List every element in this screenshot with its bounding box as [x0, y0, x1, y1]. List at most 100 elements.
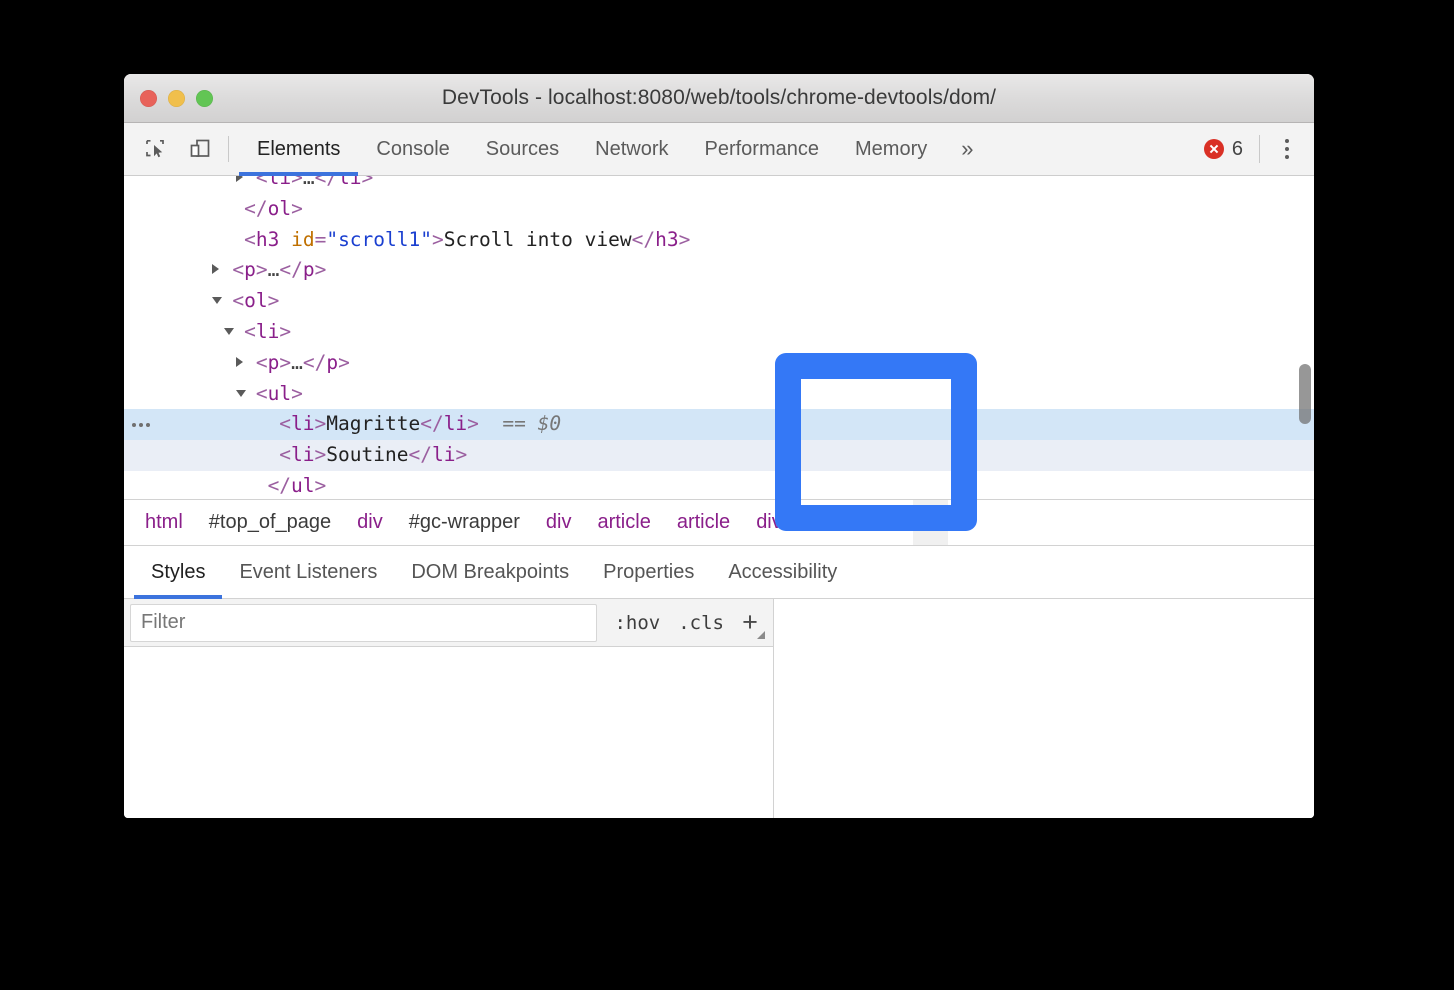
sidebar-tab-accessibility[interactable]: Accessibility — [711, 546, 854, 598]
dom-token: > — [315, 258, 327, 281]
breadcrumb-item-div[interactable]: div — [344, 500, 396, 545]
dom-token: < — [244, 320, 256, 343]
tab-elements[interactable]: Elements — [239, 123, 358, 176]
dom-tree-scrollbar[interactable] — [1299, 364, 1311, 424]
dom-token: li — [432, 443, 455, 466]
breadcrumb-item-ol[interactable]: ol — [795, 500, 837, 545]
cls-toggle-button[interactable]: .cls — [669, 612, 733, 634]
dom-tree-row[interactable]: </ul> — [124, 471, 1314, 499]
tab-sources-label: Sources — [486, 138, 559, 161]
dom-tree-row[interactable]: <ol> — [124, 286, 1314, 317]
dom-tree-row[interactable]: <li>…</li> — [124, 176, 1314, 194]
styles-pane: Filter :hov .cls + — [124, 599, 1314, 818]
dom-token: < — [232, 289, 244, 312]
dom-tree: <li>…</li></ol><h3 id="scroll1">Scroll i… — [124, 176, 1314, 499]
dom-token: … — [268, 258, 280, 281]
window-title: DevTools - localhost:8080/web/tools/chro… — [124, 86, 1314, 110]
zoom-window-button[interactable] — [196, 90, 213, 107]
dom-tree-row[interactable]: </ol> — [124, 194, 1314, 225]
dom-token: </ — [315, 176, 338, 189]
breadcrumb-item-li[interactable]: li — [913, 500, 948, 545]
expand-toggle-icon[interactable] — [212, 255, 232, 286]
dom-token: > — [315, 474, 327, 497]
inspect-element-icon[interactable] — [134, 127, 178, 171]
dom-token: > — [291, 197, 303, 220]
expand-toggle-icon[interactable] — [236, 176, 256, 194]
styles-left-column: Filter :hov .cls + — [124, 599, 774, 818]
hov-toggle-button[interactable]: :hov — [605, 612, 669, 634]
sidebar-tabs: StylesEvent ListenersDOM BreakpointsProp… — [124, 546, 1314, 599]
sidebar-tab-event-listeners[interactable]: Event Listeners — [222, 546, 394, 598]
tab-console-label: Console — [376, 138, 449, 161]
dom-token: h3 — [256, 228, 279, 251]
dom-token: li — [256, 320, 279, 343]
dom-token: > — [338, 351, 350, 374]
resize-corner-icon[interactable] — [757, 631, 765, 639]
kebab-menu-icon[interactable] — [1272, 132, 1302, 166]
dom-token: > — [279, 351, 291, 374]
breadcrumb-item-div[interactable]: div — [743, 500, 795, 545]
close-window-button[interactable] — [140, 90, 157, 107]
dom-tree-row[interactable]: <p>…</p> — [124, 255, 1314, 286]
styles-filter-actions: :hov .cls + — [597, 604, 773, 642]
dom-tree-row[interactable]: <li> — [124, 317, 1314, 348]
dom-tree-row[interactable]: <ul> — [124, 379, 1314, 410]
tab-memory-label: Memory — [855, 138, 927, 161]
screenshot-stage: DevTools - localhost:8080/web/tools/chro… — [0, 0, 1454, 990]
breadcrumb-item-div[interactable]: div — [533, 500, 585, 545]
tab-sources[interactable]: Sources — [468, 123, 577, 176]
new-style-rule-button[interactable]: + — [733, 604, 767, 642]
dom-token: … — [303, 176, 315, 189]
tab-performance[interactable]: Performance — [687, 123, 838, 176]
dom-token: > — [279, 320, 291, 343]
sidebar-tab-styles[interactable]: Styles — [134, 546, 222, 598]
breadcrumb-item-article[interactable]: article — [584, 500, 663, 545]
expand-toggle-icon[interactable] — [236, 379, 256, 410]
dom-token: ol — [268, 197, 291, 220]
dom-token: p — [268, 351, 280, 374]
dom-token: h3 — [655, 228, 678, 251]
tab-elements-label: Elements — [257, 138, 340, 161]
dom-token: < — [256, 382, 268, 405]
dom-token: > — [315, 412, 327, 435]
dom-token: Soutine — [326, 443, 408, 466]
dom-tree-row[interactable]: <li>Magritte</li> == $0 — [124, 409, 1314, 440]
dom-token: li — [291, 443, 314, 466]
tab-memory[interactable]: Memory — [837, 123, 945, 176]
more-tabs-icon[interactable]: » — [945, 123, 989, 176]
dom-token: p — [326, 351, 338, 374]
breadcrumb-item-li[interactable]: li — [836, 500, 871, 545]
dom-token: > — [291, 382, 303, 405]
dom-token: < — [256, 176, 268, 189]
sidebar-tab-properties[interactable]: Properties — [586, 546, 711, 598]
expand-toggle-icon[interactable] — [224, 317, 244, 348]
breadcrumb-item-gc-wrapper[interactable]: #gc-wrapper — [396, 500, 533, 545]
error-icon — [1204, 139, 1224, 159]
dom-tree-row[interactable]: <li>Soutine</li> — [124, 440, 1314, 471]
tab-console[interactable]: Console — [358, 123, 467, 176]
device-toolbar-icon[interactable] — [178, 127, 222, 171]
dom-token: Magritte — [326, 412, 420, 435]
breadcrumb-item-topofpage[interactable]: #top_of_page — [196, 500, 344, 545]
dom-token: p — [244, 258, 256, 281]
breadcrumb-item-ul[interactable]: ul — [871, 500, 913, 545]
dom-token: < — [256, 351, 268, 374]
dom-tree-row[interactable]: <h3 id="scroll1">Scroll into view</h3> — [124, 225, 1314, 256]
styles-filter-input[interactable]: Filter — [130, 604, 597, 642]
window-titlebar: DevTools - localhost:8080/web/tools/chro… — [124, 74, 1314, 123]
expand-toggle-icon[interactable] — [212, 286, 232, 317]
dom-token: > — [432, 228, 444, 251]
expand-toggle-icon[interactable] — [236, 348, 256, 379]
dom-token: </ — [268, 474, 291, 497]
breadcrumb-item-html[interactable]: html — [132, 500, 196, 545]
minimize-window-button[interactable] — [168, 90, 185, 107]
dom-token: </ — [408, 443, 431, 466]
dom-tree-row[interactable]: <p>…</p> — [124, 348, 1314, 379]
dom-tree-panel[interactable]: <li>…</li></ol><h3 id="scroll1">Scroll i… — [124, 176, 1314, 499]
error-count: 6 — [1232, 138, 1243, 161]
error-badge[interactable]: 6 — [1198, 138, 1257, 161]
row-ellipsis-icon[interactable] — [132, 409, 150, 440]
sidebar-tab-dom-breakpoints[interactable]: DOM Breakpoints — [394, 546, 586, 598]
tab-network[interactable]: Network — [577, 123, 686, 176]
breadcrumb-item-article[interactable]: article — [664, 500, 743, 545]
